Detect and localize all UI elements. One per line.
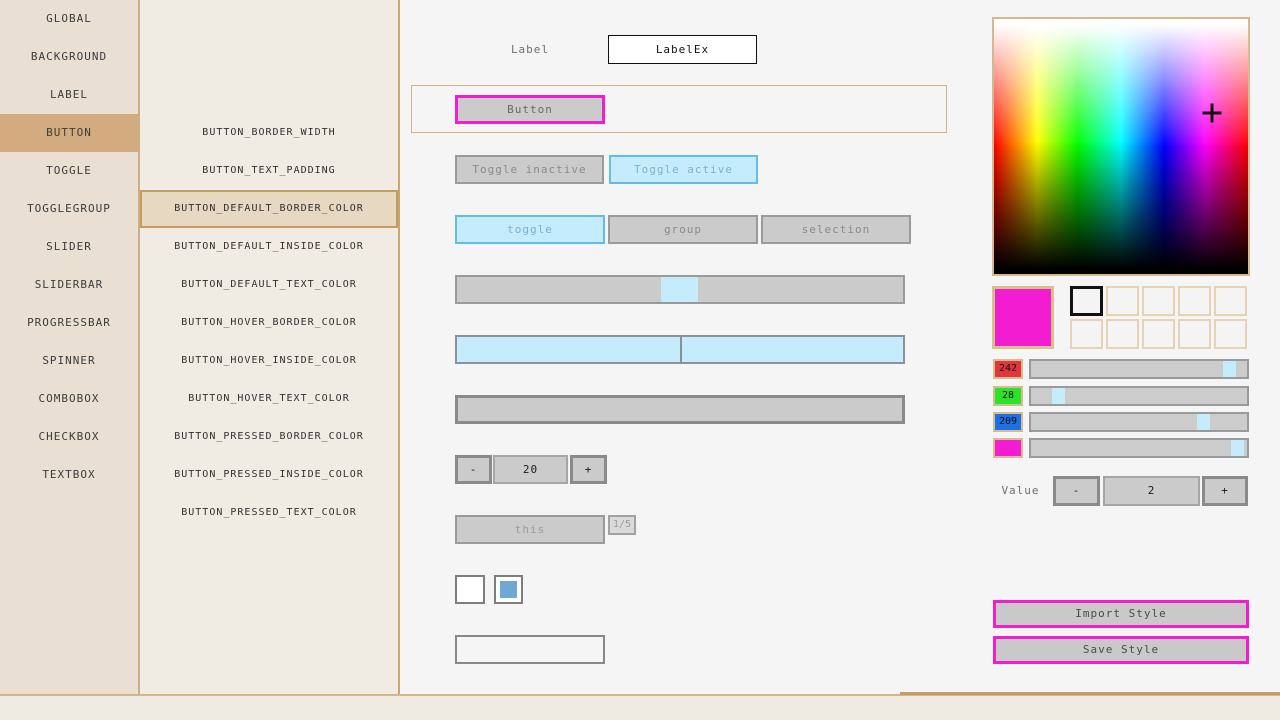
rgb-row-blue: 209 xyxy=(0,412,1280,432)
swatch-slot[interactable] xyxy=(1142,319,1175,349)
blue-value-box: 209 xyxy=(993,412,1023,432)
saved-swatch-grid xyxy=(1070,286,1250,349)
import-style-button[interactable]: Import Style xyxy=(993,600,1249,628)
value-spinner-value: 2 xyxy=(1103,476,1200,506)
rgb-row-current xyxy=(0,438,1280,458)
swatch-slot[interactable] xyxy=(1214,319,1247,349)
red-slider-track[interactable] xyxy=(1029,359,1249,379)
rgb-row-green: 28 xyxy=(0,386,1280,406)
swatch-slot[interactable] xyxy=(1178,286,1211,316)
blue-slider-track[interactable] xyxy=(1029,412,1249,432)
swatch-slot[interactable] xyxy=(1106,286,1139,316)
status-bar xyxy=(0,694,1280,720)
rguistyler-window: GLOBAL BACKGROUND LABEL BUTTON TOGGLE TO… xyxy=(0,0,1280,720)
rgb-row-red: 242 xyxy=(0,359,1280,379)
swatch-slot[interactable] xyxy=(1214,286,1247,316)
green-slider-track[interactable] xyxy=(1029,386,1249,406)
swatch-slot[interactable] xyxy=(1070,319,1103,349)
swatch-slot[interactable] xyxy=(1070,286,1103,316)
current-slider-knob[interactable] xyxy=(1231,440,1245,456)
save-style-button[interactable]: Save Style xyxy=(993,636,1249,664)
color-picker[interactable] xyxy=(992,17,1250,276)
picker-crosshair-icon xyxy=(1202,103,1222,123)
red-slider-knob[interactable] xyxy=(1222,361,1236,377)
green-value-box: 28 xyxy=(993,386,1023,406)
swatch-slot[interactable] xyxy=(1142,286,1175,316)
color-panel: 242 28 209 Value - 2 + Import Style Save… xyxy=(0,0,1280,720)
red-value-box: 242 xyxy=(993,359,1023,379)
current-slider-track[interactable] xyxy=(1029,438,1249,458)
value-spinner-label: Value xyxy=(1001,484,1040,497)
current-color-box xyxy=(993,438,1023,458)
value-plus-button[interactable]: + xyxy=(1202,476,1248,506)
value-minus-button[interactable]: - xyxy=(1053,476,1100,506)
swatch-slot[interactable] xyxy=(1178,319,1211,349)
status-bar-right-divider xyxy=(900,692,1280,695)
current-color-swatch xyxy=(992,286,1054,349)
green-slider-knob[interactable] xyxy=(1052,388,1066,404)
swatch-slot[interactable] xyxy=(1106,319,1139,349)
blue-slider-knob[interactable] xyxy=(1196,414,1210,430)
